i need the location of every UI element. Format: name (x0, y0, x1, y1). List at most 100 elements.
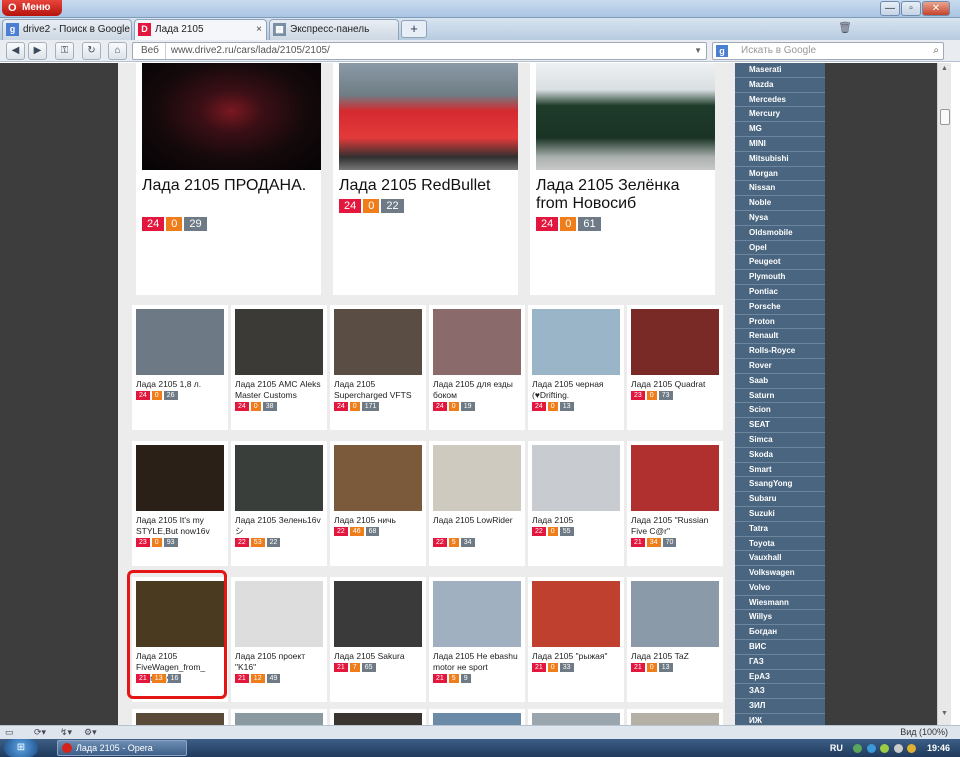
car-card[interactable]: Лада 2105 для езды боком 24 0 19 (429, 305, 525, 430)
car-card[interactable]: Лада 2105 TaZ 21 0 13 (627, 577, 723, 702)
car-photo[interactable] (142, 63, 321, 170)
car-photo[interactable] (136, 445, 224, 511)
zoom-control[interactable]: Вид (100%) (900, 727, 948, 737)
sidebar-item-brand[interactable]: Opel (735, 241, 825, 256)
car-card[interactable]: Лада 2105 Не ebashu motor не sport 21 5 9 (429, 577, 525, 702)
close-button[interactable]: ✕ (922, 1, 950, 16)
clock[interactable]: 19:46 (927, 743, 950, 753)
featured-car-card[interactable]: Лада 2105 Зелёнка from Новосиб 24 0 61 (530, 63, 715, 295)
windows-start-button[interactable]: ⊞ (4, 739, 38, 757)
car-photo[interactable] (631, 581, 719, 647)
car-photo[interactable] (339, 63, 518, 170)
sidebar-item-brand[interactable]: Mazda (735, 78, 825, 93)
sidebar-item-brand[interactable]: Vauxhall (735, 551, 825, 567)
power-icon[interactable] (907, 744, 917, 754)
car-card[interactable]: Лада 2105 Sakura 21 7 65 (330, 577, 426, 702)
car-card[interactable] (528, 709, 624, 725)
volume-icon[interactable] (893, 744, 903, 754)
car-title[interactable]: Лада 2105 LowRider (433, 515, 523, 526)
sidebar-item-brand[interactable]: Willys (735, 610, 825, 626)
car-card[interactable]: Лада 2105 Зелень16v シ 22 53 22 (231, 441, 327, 566)
car-photo[interactable] (433, 581, 521, 647)
featured-car-card[interactable]: Лада 2105 ПРОДАНА. 24 0 29 (136, 63, 321, 295)
car-photo[interactable] (536, 63, 715, 170)
car-title[interactable]: Лада 2105 ничь (334, 515, 424, 526)
car-card[interactable]: Лада 2105 проект "K16" 21 12 49 (231, 577, 327, 702)
car-photo[interactable] (136, 309, 224, 375)
car-card[interactable] (627, 709, 723, 725)
sidebar-item-brand[interactable]: ВИС (735, 640, 825, 655)
car-card[interactable] (231, 709, 327, 725)
sidebar-item-brand[interactable]: Mercedes (735, 93, 825, 108)
car-title[interactable]: Лада 2105 Quadrat (631, 379, 721, 390)
car-title[interactable]: Лада 2105 для езды боком (433, 379, 523, 401)
sidebar-item-brand[interactable]: Rover (735, 359, 825, 374)
back-button[interactable]: ◀ (6, 42, 25, 60)
opera-menu-button[interactable]: O Меню (2, 0, 62, 16)
car-card[interactable]: Лада 2105 22 0 55 (528, 441, 624, 566)
car-title[interactable]: Лада 2105 Supercharged VFTS (334, 379, 424, 401)
car-photo[interactable] (532, 309, 620, 375)
sidebar-item-brand[interactable]: ЗИЛ (735, 699, 825, 715)
network-icon[interactable] (853, 744, 863, 754)
car-title[interactable]: Лада 2105 АМС Aleks Master Customs (235, 379, 325, 401)
car-photo[interactable] (532, 581, 620, 647)
car-photo[interactable] (235, 581, 323, 647)
sidebar-item-brand[interactable]: Suzuki (735, 507, 825, 522)
car-title[interactable]: Лада 2105 "рыжая" (532, 651, 622, 662)
tab-close-icon[interactable]: × (256, 20, 262, 39)
car-photo[interactable] (433, 309, 521, 375)
car-title[interactable]: Лада 2105 TaZ (631, 651, 721, 662)
car-title[interactable]: Лада 2105 Зелень16v シ (235, 515, 325, 537)
car-title[interactable]: Лада 2105 RedBullet (339, 177, 517, 195)
sidebar-item-brand[interactable]: Maserati (735, 63, 825, 78)
sidebar-item-brand[interactable]: Simca (735, 433, 825, 448)
car-card[interactable]: Лада 2105 It's my STYLE,But now16v 23 0 93 (132, 441, 228, 566)
featured-car-card[interactable]: Лада 2105 RedBullet 24 0 22 (333, 63, 518, 295)
search-icon[interactable]: ⌕ (933, 43, 939, 59)
sidebar-item-brand[interactable]: Noble (735, 196, 825, 211)
sidebar-item-brand[interactable]: Mercury (735, 107, 825, 123)
car-title[interactable]: Лада 2105 It's my STYLE,But now16v (136, 515, 226, 537)
panel-toggle-icon[interactable]: ▭ (5, 727, 14, 738)
sidebar-item-brand[interactable]: Toyota (735, 537, 825, 552)
car-card[interactable]: Лада 2105 1,8 л. 24 0 26 (132, 305, 228, 430)
car-photo[interactable] (334, 713, 422, 725)
car-photo[interactable] (334, 445, 422, 511)
sidebar-item-brand[interactable]: Oldsmobile (735, 226, 825, 241)
address-bar[interactable]: Веб www.drive2.ru/cars/lada/2105/2105/ ▼ (132, 42, 707, 60)
sidebar-item-brand[interactable]: Smart (735, 463, 825, 478)
forward-button[interactable]: ▶ (28, 42, 47, 60)
sidebar-item-brand[interactable]: Proton (735, 315, 825, 330)
sidebar-item-brand[interactable]: Nysa (735, 211, 825, 226)
scroll-thumb[interactable] (940, 109, 950, 125)
car-card[interactable]: Лада 2105 ничь 22 46 68 (330, 441, 426, 566)
sidebar-item-brand[interactable]: Renault (735, 329, 825, 345)
sidebar-item-brand[interactable]: SsangYong (735, 477, 825, 493)
sidebar-item-brand[interactable]: Scion (735, 403, 825, 419)
sidebar-item-brand[interactable]: ЕрАЗ (735, 670, 825, 685)
sidebar-item-brand[interactable]: ЗАЗ (735, 684, 825, 700)
language-indicator[interactable]: RU (830, 743, 843, 753)
car-title[interactable]: Лада 2105 (532, 515, 622, 526)
car-photo[interactable] (334, 309, 422, 375)
maximize-button[interactable]: ▫ (901, 1, 921, 16)
sidebar-item-brand[interactable]: Rolls-Royce (735, 344, 825, 359)
car-photo[interactable] (631, 445, 719, 511)
car-photo[interactable] (235, 445, 323, 511)
car-photo[interactable] (532, 445, 620, 511)
tab-lada-2105[interactable]: D Лада 2105 × (134, 19, 267, 40)
sidebar-item-brand[interactable]: Skoda (735, 448, 825, 463)
car-title[interactable]: Лада 2105 ПРОДАНА. (142, 177, 320, 195)
car-photo[interactable] (433, 445, 521, 511)
car-card[interactable] (132, 709, 228, 725)
icq-icon[interactable] (880, 744, 890, 754)
sync-icon[interactable]: ⟳▾ (34, 727, 46, 738)
chevron-down-icon[interactable]: ▼ (694, 43, 702, 59)
car-card[interactable]: Лада 2105 LowRider 22 5 34 (429, 441, 525, 566)
car-title[interactable]: Лада 2105 "Russian Five C@r" (631, 515, 721, 537)
trash-icon[interactable]: 🗑 (838, 21, 852, 37)
car-photo[interactable] (136, 713, 224, 725)
sidebar-item-brand[interactable]: Богдан (735, 625, 825, 641)
sidebar-item-brand[interactable]: MG (735, 122, 825, 137)
